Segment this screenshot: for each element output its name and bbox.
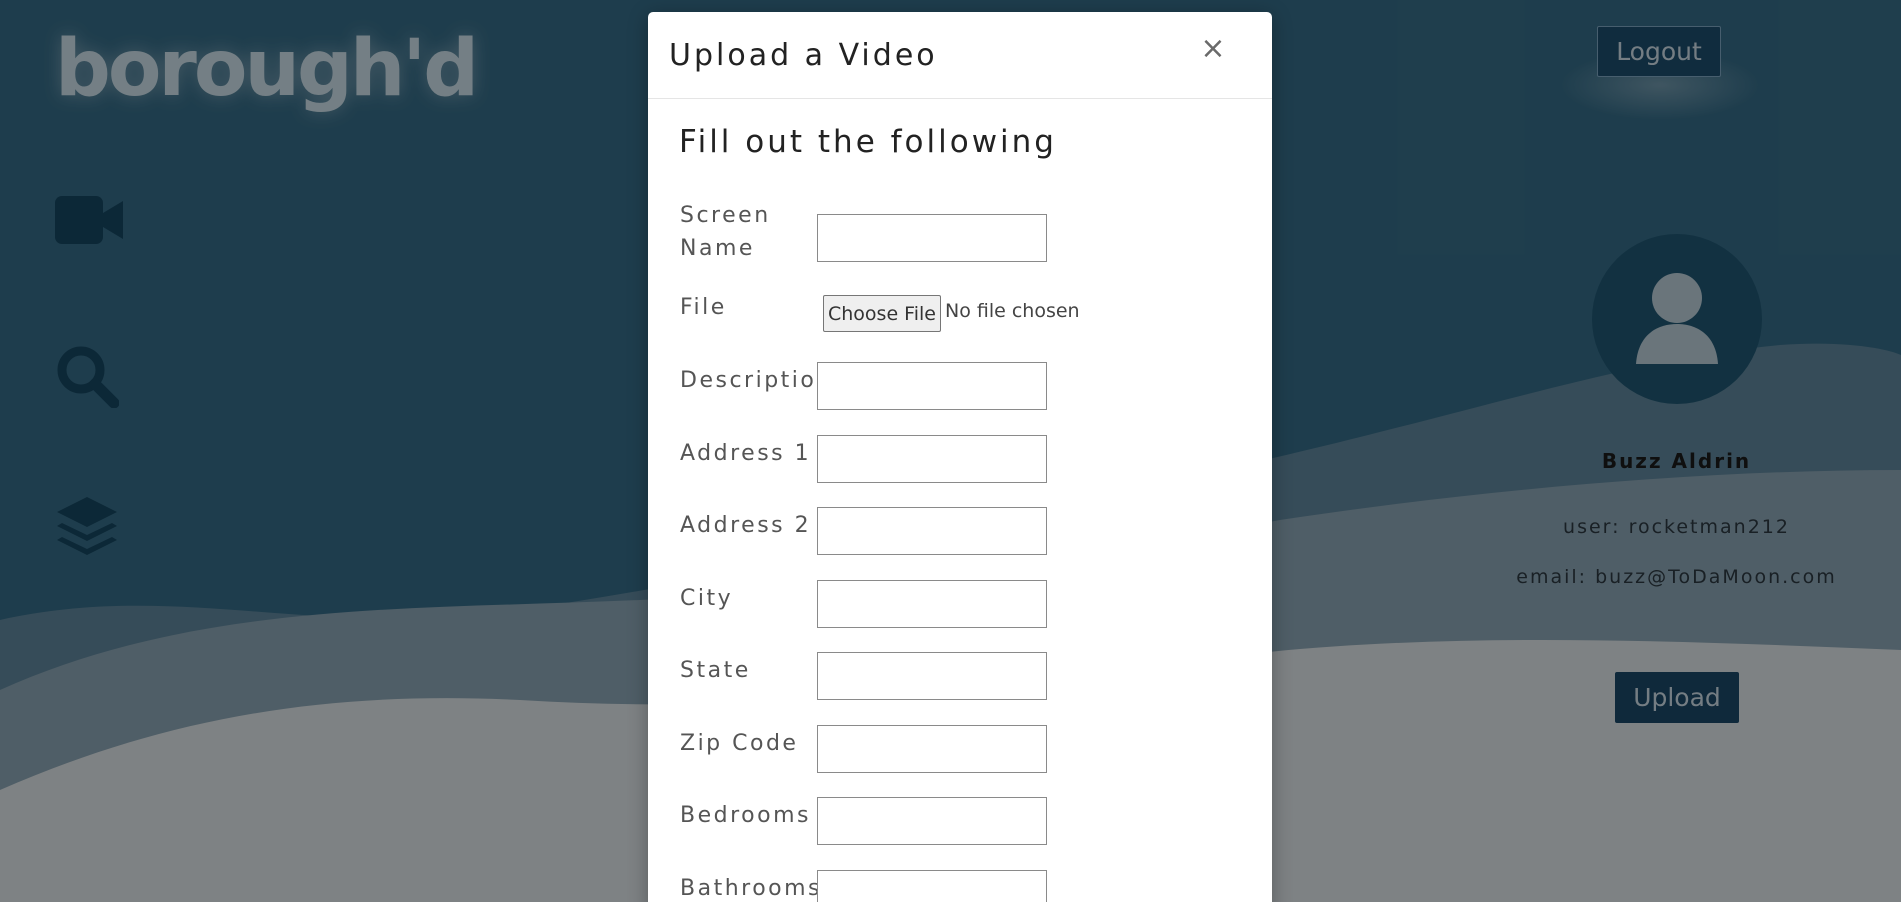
address1-label: Address 1 [680, 441, 812, 466]
bathrooms-label: Bathrooms [680, 876, 823, 901]
bedrooms-label: Bedrooms [680, 803, 811, 828]
bedrooms-input[interactable] [817, 797, 1047, 845]
description-label: Description [680, 368, 833, 393]
state-label: State [680, 658, 751, 683]
screen-name-label: Screen Name [680, 203, 771, 261]
zip-code-input[interactable] [817, 725, 1047, 773]
file-label: File [680, 295, 727, 320]
screen-name-input[interactable] [817, 214, 1047, 262]
address1-input[interactable] [817, 435, 1047, 483]
state-input[interactable] [817, 652, 1047, 700]
upload-video-modal: Upload a Video × Fill out the following … [648, 12, 1272, 902]
address2-input[interactable] [817, 507, 1047, 555]
bathrooms-input[interactable] [817, 870, 1047, 902]
city-input[interactable] [817, 580, 1047, 628]
city-label: City [680, 586, 734, 611]
close-icon[interactable]: × [1196, 32, 1230, 66]
modal-header: Upload a Video × [648, 12, 1272, 99]
modal-title: Upload a Video [669, 38, 938, 73]
zip-code-label: Zip Code [680, 731, 799, 756]
description-input[interactable] [817, 362, 1047, 410]
file-status: No file chosen [945, 300, 1080, 322]
form-heading: Fill out the following [679, 124, 1057, 160]
choose-file-button[interactable]: Choose File [823, 295, 941, 332]
address2-label: Address 2 [680, 513, 812, 538]
